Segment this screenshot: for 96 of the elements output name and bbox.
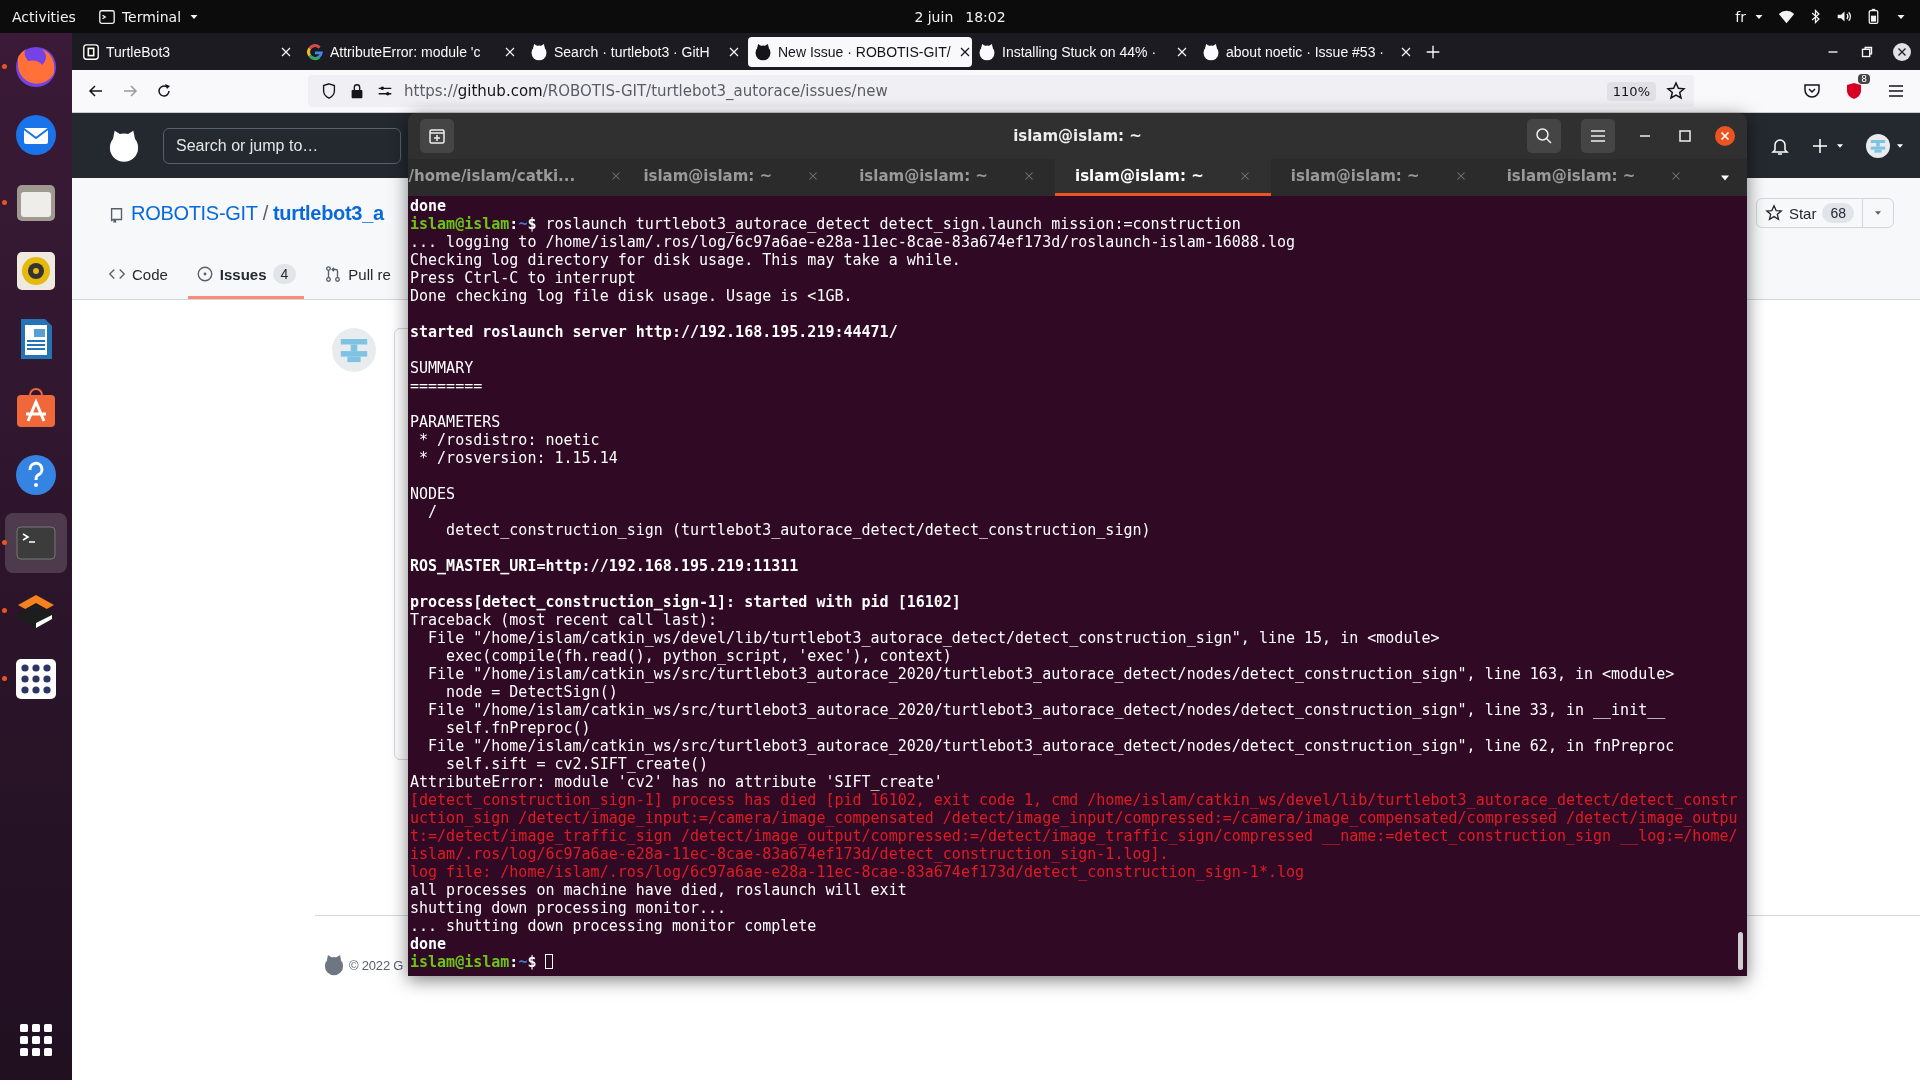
app-menu[interactable]: Terminal xyxy=(97,7,202,26)
output-line: Press Ctrl-C to interrupt xyxy=(410,269,637,287)
cat-logo-icon xyxy=(530,42,548,61)
browser-tab[interactable]: AttributeError: module 'c xyxy=(300,36,524,67)
cat-logo-icon xyxy=(754,42,772,61)
shield-icon[interactable] xyxy=(1844,81,1864,101)
wifi-icon xyxy=(1778,8,1795,25)
output-line: AttributeError: module 'cv2' has no attribute 'SIFT_create' xyxy=(410,773,944,791)
output-line: self.fnPreproc() xyxy=(445,719,592,737)
output-line: PARAMETERS xyxy=(410,413,502,431)
search-icon[interactable] xyxy=(1527,119,1561,153)
output-line: Checking log directory for disk usage. This may take a while. xyxy=(410,251,962,269)
output-line: File "/home/islam/catkin_ws/src/turtlebot3_autorace_2020/turtlebot3_autorace_detect/nodes/detect_construction_sign", line 163, in <module> xyxy=(427,665,1676,683)
pull-request-icon xyxy=(324,265,343,283)
browser-tab[interactable]: New Issue · ROBOTIS-GIT/ xyxy=(748,36,972,67)
output-line: File "/home/islam/catkin_ws/src/turtlebot3_autorace_2020/turtlebot3_autorace_detect/nodes/detect_construction_sign", line 62, in fnPreproc xyxy=(427,737,1676,755)
output-line: Done checking log file disk usage. Usage is <1GB. xyxy=(410,287,854,305)
path-separator: / xyxy=(262,201,268,225)
copyright-text: © 2022 G xyxy=(349,957,404,973)
error-line: islam/.ros/log/6c97a6ae-e28a-11ec-8cae-83a674ef173d/detect_construction_sign-1.log]. xyxy=(410,845,1170,863)
url-text: https://github.com/ROBOTIS-GIT/turtlebot3_autorace/issues/new xyxy=(404,82,889,100)
command-text: roslaunch turtlebot3_autorace_detect detect_sign.launch mission:=construction xyxy=(545,215,1241,233)
address-field[interactable]: https://github.com/ROBOTIS-GIT/turtlebot3_autorace/issues/new 110% xyxy=(308,75,1694,107)
output-line: shutting down processing monitor... xyxy=(410,899,728,917)
close-icon[interactable] xyxy=(1892,41,1912,62)
output-line: * /rosversion: 1.15.14 xyxy=(418,449,619,467)
output-line: detect_construction_sign (turtlebot3_autorace_detect/detect_construction_sign) xyxy=(445,521,1152,539)
error-line: [detect_construction_sign-1] process has died [pid 16102, exit code 1, cmd /home/islam/catkin_ws/devel/lib/turtlebot3_autorace_detect/detect_constr xyxy=(410,791,1739,809)
output-line: File "/home/islam/catkin_ws/src/turtlebot3_autorace_2020/turtlebot3_autorace_detect/nodes/detect_construction_sign", line 33, in __init__ xyxy=(427,701,1667,719)
activities-button[interactable]: Activities xyxy=(12,8,76,25)
output-line: done xyxy=(410,197,448,215)
output-line: Traceback (most recent call last): xyxy=(410,611,719,629)
output-line: exec(compile(fh.read(), python_script, 'exec'), context) xyxy=(445,647,953,665)
repo-link[interactable]: turtlebot3_a xyxy=(272,201,384,225)
output-line: ... shutting down processing monitor complete xyxy=(410,917,818,935)
issue-icon xyxy=(195,265,214,283)
browser-tab[interactable]: TurtleBot3 xyxy=(76,36,300,67)
cat-logo-icon xyxy=(978,42,996,61)
browser-tab[interactable]: about noetic · Issue #53 · xyxy=(1196,36,1420,67)
output-line: ROS_MASTER_URI=http://192.168.195.219:11311 xyxy=(410,557,800,575)
prompt-text: islam@islam:~$ xyxy=(410,215,537,233)
keyboard-layout-menu[interactable]: fr xyxy=(1735,8,1766,25)
repo-tab[interactable]: Issues 4 xyxy=(187,252,305,299)
clock-text[interactable]: 18:02 xyxy=(965,8,1006,25)
output-line: done xyxy=(410,935,448,953)
count-badge: 4 xyxy=(272,264,297,284)
bookmark-star-icon[interactable] xyxy=(1666,81,1686,101)
output-line: / xyxy=(427,503,439,521)
repo-tab[interactable]: Pull re xyxy=(316,252,399,299)
star-label: Star xyxy=(1788,204,1817,222)
output-line: started roslaunch server http://192.168.195.219:44471/ xyxy=(410,323,899,341)
cat-logo-icon xyxy=(1202,42,1220,61)
output-line: node = DetectSign() xyxy=(445,683,619,701)
logo-icon[interactable] xyxy=(107,128,141,163)
ring-logo-icon xyxy=(306,42,324,61)
repo-tab[interactable]: Code xyxy=(100,252,176,299)
pocket-icon[interactable] xyxy=(1802,81,1822,101)
output-line: all processes on machine have died, roslaunch will exit xyxy=(410,881,908,899)
count-badge: 8 xyxy=(1858,74,1870,84)
search-field[interactable]: Search or jump to… xyxy=(163,127,401,164)
output-line: NODES xyxy=(410,485,457,503)
scrollbar-thumb[interactable] xyxy=(1738,932,1743,970)
prompt-text: islam@islam:~$ xyxy=(410,953,537,971)
terminal-tab[interactable]: islam@islam: ~ xyxy=(623,159,840,196)
terminal-tab[interactable]: islam@islam: ~ xyxy=(1487,159,1703,196)
shield-icon[interactable] xyxy=(320,82,338,100)
zoom-level-button[interactable]: 110% xyxy=(1606,81,1656,101)
menu-icon[interactable] xyxy=(1581,119,1615,153)
terminal-tab[interactable]: islam@islam: ~ xyxy=(839,159,1056,196)
output-line: ======== xyxy=(410,377,484,395)
window-title: islam@islam: ~ xyxy=(1013,127,1142,145)
browser-tab[interactable]: Installing Stuck on 44% · xyxy=(972,36,1196,67)
browser-tab[interactable]: Search · turtlebot3 · GitH xyxy=(524,36,748,67)
terminal-tab[interactable]: /home/islam/catki... xyxy=(408,159,624,196)
square-logo-icon xyxy=(82,42,100,61)
owner-link[interactable]: ROBOTIS-GIT xyxy=(131,201,258,225)
error-line: uction_sign /detect/image_input:=/camera/image_compensated /detect/image_input/compressed:=/camera/image_compensated/compressed /detect/image_outpu xyxy=(410,809,1739,827)
output-line: ... logging to /home/islam/.ros/log/6c97a6ae-e28a-11ec-8cae-83a674ef173d/roslaunch-islam-16088.log xyxy=(410,233,1296,251)
avatar-icon xyxy=(332,328,376,372)
new-tab-icon[interactable] xyxy=(420,119,454,153)
terminal-icon xyxy=(97,7,116,26)
terminal-tab[interactable]: islam@islam: ~ xyxy=(1271,159,1488,196)
error-line: log file: /home/islam/.ros/log/6c97a6ae-e28a-11ec-8cae-83a674ef173d/detect_construction_sign-1*.log xyxy=(410,863,1306,881)
close-icon[interactable] xyxy=(1715,126,1735,146)
volume-icon xyxy=(1836,8,1853,25)
error-line: t:=/detect/image_traffic_sign /detect/image_output/compressed:=/detect/image_traffic_sign/compressed __name:=detect_construction_sign __log:=/home/ xyxy=(410,827,1739,845)
output-line: SUMMARY xyxy=(410,359,475,377)
output-line: self.sift = cv2.SIFT_create() xyxy=(445,755,709,773)
star-count: 68 xyxy=(1822,203,1854,223)
terminal-tab[interactable]: islam@islam: ~ xyxy=(1055,159,1272,196)
output-line: * /rosdistro: noetic xyxy=(418,431,601,449)
output-line: process[detect_construction_sign-1]: started with pid [16102] xyxy=(410,593,962,611)
avatar-icon[interactable] xyxy=(1866,133,1890,158)
date-text: 2 juin xyxy=(914,8,954,25)
output-line: File "/home/islam/catkin_ws/devel/lib/turtlebot3_autorace_detect/detect_construction_sign", line 15, in <module> xyxy=(427,629,1441,647)
star-icon xyxy=(1764,204,1783,222)
